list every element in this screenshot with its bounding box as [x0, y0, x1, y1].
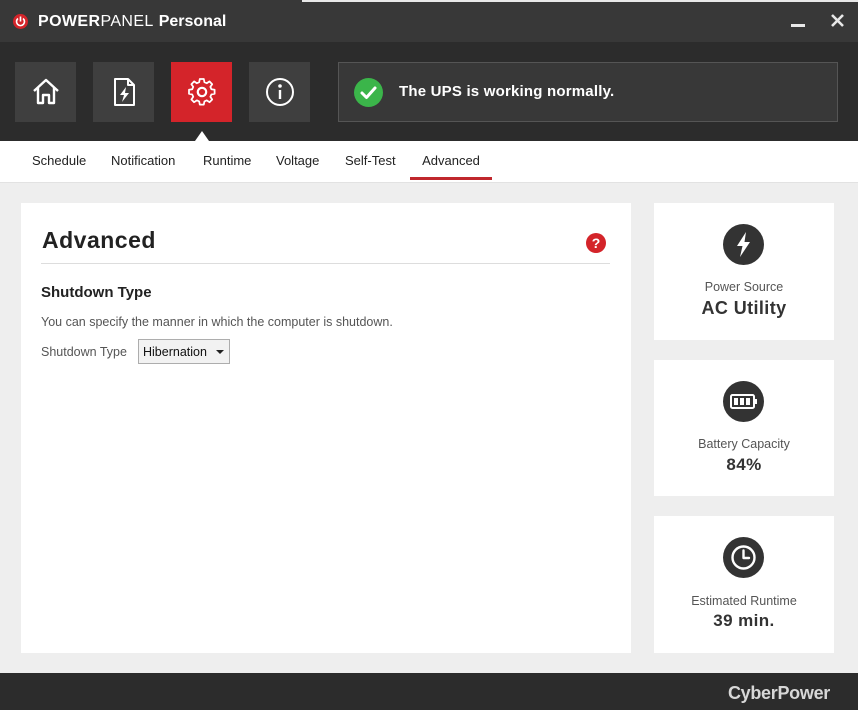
home-icon: [32, 78, 59, 105]
ups-status-banner: The UPS is working normally.: [338, 62, 838, 122]
advanced-panel: Advanced ? Shutdown Type You can specify…: [21, 203, 631, 653]
section-title: Shutdown Type: [41, 284, 152, 301]
app-title: POWERPANEL Personal: [38, 13, 226, 31]
nav-status-button[interactable]: [93, 62, 154, 122]
battery-icon: [723, 381, 764, 422]
power-icon: [13, 14, 28, 29]
window-top-strip: [302, 0, 858, 2]
chevron-down-icon: [216, 350, 224, 354]
help-icon[interactable]: ?: [586, 233, 606, 253]
battery-capacity-value: 84%: [726, 455, 762, 474]
estimated-runtime-value: 39 min.: [713, 611, 775, 630]
section-description: You can specify the manner in which the …: [41, 315, 393, 329]
battery-capacity-card: Battery Capacity 84%: [654, 360, 834, 496]
tab-self-test[interactable]: Self-Test: [345, 141, 396, 181]
active-nav-pointer: [195, 131, 209, 141]
settings-tabs: Schedule Notification Runtime Voltage Se…: [0, 141, 858, 183]
clock-icon: [723, 537, 764, 578]
shutdown-type-select[interactable]: Hibernation: [138, 339, 230, 364]
power-source-value: AC Utility: [701, 298, 787, 318]
tab-voltage[interactable]: Voltage: [276, 141, 319, 181]
title-divider: [41, 263, 610, 264]
estimated-runtime-label: Estimated Runtime: [691, 594, 797, 608]
tab-runtime[interactable]: Runtime: [203, 141, 251, 181]
nav-info-button[interactable]: [249, 62, 310, 122]
shutdown-type-value: Hibernation: [143, 345, 207, 359]
check-icon: [354, 78, 383, 107]
battery-capacity-label: Battery Capacity: [698, 437, 790, 451]
page-title: Advanced: [42, 227, 156, 253]
lightning-icon: [723, 224, 764, 265]
gear-icon: [187, 78, 215, 106]
brand-logo: CyberPower: [727, 683, 830, 703]
power-source-doc-icon: [113, 78, 135, 106]
nav-settings-button[interactable]: [171, 62, 232, 122]
footer-bar: CyberPower: [0, 673, 858, 710]
app-title-edition: Personal: [158, 13, 227, 30]
app-title-panel: PANEL: [100, 13, 154, 30]
app-title-power: POWER: [38, 13, 101, 30]
info-icon: [265, 78, 294, 106]
nav-home-button[interactable]: [15, 62, 76, 122]
tab-notification[interactable]: Notification: [111, 141, 175, 181]
power-source-label: Power Source: [704, 280, 784, 294]
estimated-runtime-card: Estimated Runtime 39 min.: [654, 516, 834, 653]
power-source-card: Power Source AC Utility: [654, 203, 834, 340]
minimize-icon[interactable]: [788, 11, 808, 31]
tab-advanced[interactable]: Advanced: [410, 141, 492, 180]
tab-schedule[interactable]: Schedule: [32, 141, 86, 181]
close-icon[interactable]: [828, 11, 848, 31]
title-bar: POWERPANEL Personal: [0, 0, 858, 42]
shutdown-type-label: Shutdown Type: [41, 345, 127, 359]
main-nav: The UPS is working normally.: [0, 42, 858, 141]
status-text: The UPS is working normally.: [399, 83, 615, 100]
